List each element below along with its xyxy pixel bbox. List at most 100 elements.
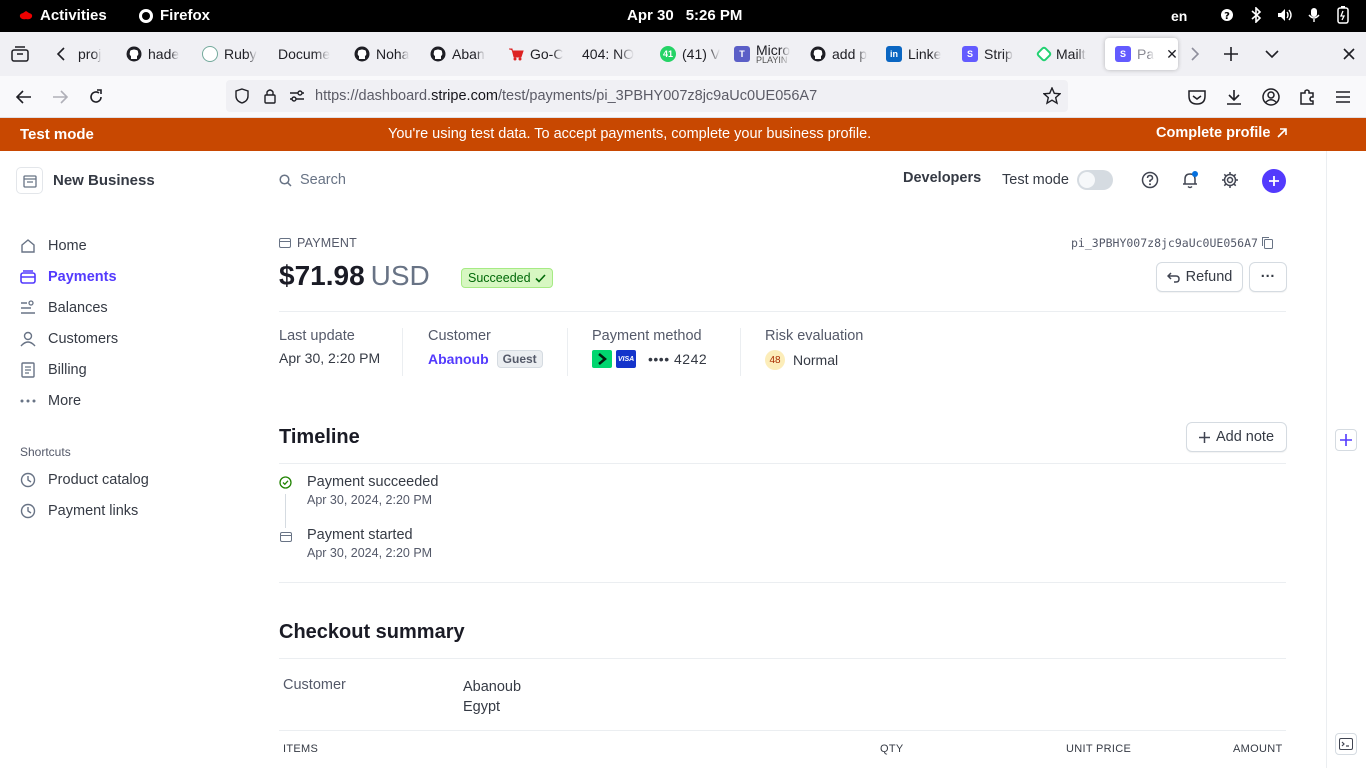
permissions-icon[interactable]	[289, 89, 305, 103]
bookmark-star-icon[interactable]	[1043, 87, 1061, 105]
event-title: Payment started	[307, 527, 413, 543]
payment-card-icon	[279, 530, 292, 543]
sidebar: New Business Home Payments Balances Cust…	[0, 151, 238, 768]
sidebar-item-payments[interactable]: Payments	[20, 269, 117, 285]
url-bar[interactable]: https://dashboard.stripe.com/test/paymen…	[226, 80, 1068, 112]
column-header-items: ITEMS	[283, 743, 319, 755]
activities-button[interactable]: Activities	[18, 7, 107, 24]
test-mode-toggle[interactable]: Test mode	[1002, 170, 1113, 190]
tab-mailtrap[interactable]: Mailt	[1028, 38, 1100, 70]
tab-payment-active[interactable]: S Pa ✕	[1105, 38, 1178, 70]
sidebar-item-billing[interactable]: Billing	[20, 362, 87, 378]
business-switcher[interactable]: New Business	[16, 167, 155, 194]
developers-link[interactable]: Developers	[903, 170, 981, 186]
tab-noha[interactable]: Noha	[344, 38, 416, 70]
shortcut-payment-links[interactable]: Payment links	[20, 503, 138, 519]
downloads-icon[interactable]	[1224, 87, 1244, 107]
list-all-tabs-icon[interactable]	[1263, 45, 1281, 63]
more-actions-button[interactable]: ···	[1249, 262, 1287, 292]
tab-proj[interactable]: proj	[68, 38, 118, 70]
refund-button[interactable]: Refund	[1156, 262, 1243, 292]
tabs-scroll-right-icon[interactable]	[1186, 45, 1204, 63]
test-mode-label: Test mode	[1002, 172, 1069, 188]
sidebar-item-customers[interactable]: Customers	[20, 331, 118, 347]
meta-customer: Customer Abanoub Guest	[428, 328, 543, 376]
tab-label: Go-C	[530, 46, 564, 62]
hamburger-menu-icon[interactable]	[1333, 87, 1353, 107]
meta-label: Customer	[428, 328, 491, 344]
sidebar-item-label: More	[48, 393, 82, 409]
account-icon[interactable]	[1261, 87, 1281, 107]
tab-label: Pa	[1137, 46, 1155, 62]
url-path: /test/payments/pi_3PBHY007z8jc9aUc0UE056…	[497, 88, 818, 104]
new-tab-icon[interactable]	[1222, 45, 1240, 63]
linkedin-icon: in	[886, 46, 902, 62]
tab-playing-label: PLAYIN	[756, 54, 788, 65]
system-top-bar: Activities Firefox Apr 30 5:26 PM en ?	[0, 0, 1366, 32]
forward-icon[interactable]	[50, 87, 70, 107]
tab-add-p[interactable]: add p	[800, 38, 872, 70]
tab-docume[interactable]: Docume	[268, 38, 338, 70]
tab-linkedin[interactable]: in Linke	[876, 38, 948, 70]
url-domain: stripe.com	[431, 88, 498, 104]
tab-groups-icon[interactable]	[11, 45, 29, 63]
tab-aban[interactable]: Aban	[420, 38, 492, 70]
success-check-icon	[279, 476, 292, 489]
copy-icon[interactable]	[1261, 237, 1273, 249]
tab-stripe[interactable]: S Strip	[952, 38, 1024, 70]
reload-icon[interactable]	[86, 87, 106, 107]
sidebar-item-balances[interactable]: Balances	[20, 300, 108, 316]
payment-id-text: pi_3PBHY007z8jc9aUc0UE056A7	[1071, 236, 1258, 250]
meta-risk: Risk evaluation 48 Normal	[765, 328, 863, 376]
app-menu[interactable]: Firefox	[138, 7, 210, 24]
column-header-qty: QTY	[880, 743, 904, 755]
sidebar-item-more[interactable]: More	[20, 393, 81, 409]
clock-icon	[20, 472, 36, 488]
card-last4: •••• 4242	[648, 351, 708, 367]
payment-id[interactable]: pi_3PBHY007z8jc9aUc0UE056A7	[1071, 236, 1273, 250]
tab-ruby[interactable]: Ruby	[192, 38, 264, 70]
system-tray[interactable]: ?	[1218, 6, 1352, 24]
timeline-divider	[279, 463, 1286, 464]
tab-hade[interactable]: hade	[116, 38, 188, 70]
clock[interactable]: Apr 30 5:26 PM	[627, 7, 742, 24]
toggle-switch[interactable]	[1076, 170, 1113, 190]
tab-go-c[interactable]: Go-C	[498, 38, 570, 70]
help-icon[interactable]	[1140, 170, 1160, 190]
right-rail	[1326, 151, 1366, 768]
shell-icon[interactable]	[1335, 733, 1357, 755]
navigation-toolbar: https://dashboard.stripe.com/test/paymen…	[0, 76, 1366, 118]
lock-icon[interactable]	[263, 88, 277, 104]
close-window-icon[interactable]	[1340, 45, 1358, 63]
tab-label: Linke	[908, 46, 942, 62]
sidebar-item-home[interactable]: Home	[20, 238, 87, 254]
event-date: Apr 30, 2024, 2:20 PM	[307, 493, 433, 507]
language-indicator[interactable]: en	[1171, 8, 1187, 24]
tab-404[interactable]: 404: NO	[572, 38, 644, 70]
complete-profile-link[interactable]: Complete profile	[1156, 125, 1288, 141]
tab-label: Noha	[376, 46, 410, 62]
tab-strip: proj hade Ruby Docume Noha Aban Go-C 404…	[0, 32, 1366, 76]
activities-label: Activities	[40, 7, 107, 24]
meta-label: Risk evaluation	[765, 328, 864, 344]
github-icon	[810, 46, 826, 62]
extensions-icon[interactable]	[1297, 87, 1317, 107]
shortcut-product-catalog[interactable]: Product catalog	[20, 472, 149, 488]
tab-whatsapp[interactable]: 41 (41) V	[650, 38, 722, 70]
notifications-icon[interactable]	[1180, 170, 1200, 190]
create-plus-icon[interactable]	[1262, 169, 1286, 193]
balances-icon	[20, 300, 36, 316]
settings-gear-icon[interactable]	[1220, 170, 1240, 190]
tab-label: Aban	[452, 46, 485, 62]
pocket-icon[interactable]	[1187, 87, 1207, 107]
tab-micro[interactable]: T Micro PLAYIN	[724, 38, 796, 70]
close-tab-icon[interactable]: ✕	[1166, 46, 1178, 63]
customer-link[interactable]: Abanoub	[428, 351, 489, 367]
back-icon[interactable]	[14, 87, 34, 107]
add-panel-icon[interactable]	[1335, 429, 1357, 451]
tracking-protection-icon[interactable]	[234, 88, 250, 104]
search-input[interactable]: Search	[279, 172, 346, 188]
url-text[interactable]: https://dashboard.stripe.com/test/paymen…	[315, 88, 817, 104]
add-note-button[interactable]: Add note	[1186, 422, 1287, 452]
teams-icon: T	[734, 46, 750, 62]
